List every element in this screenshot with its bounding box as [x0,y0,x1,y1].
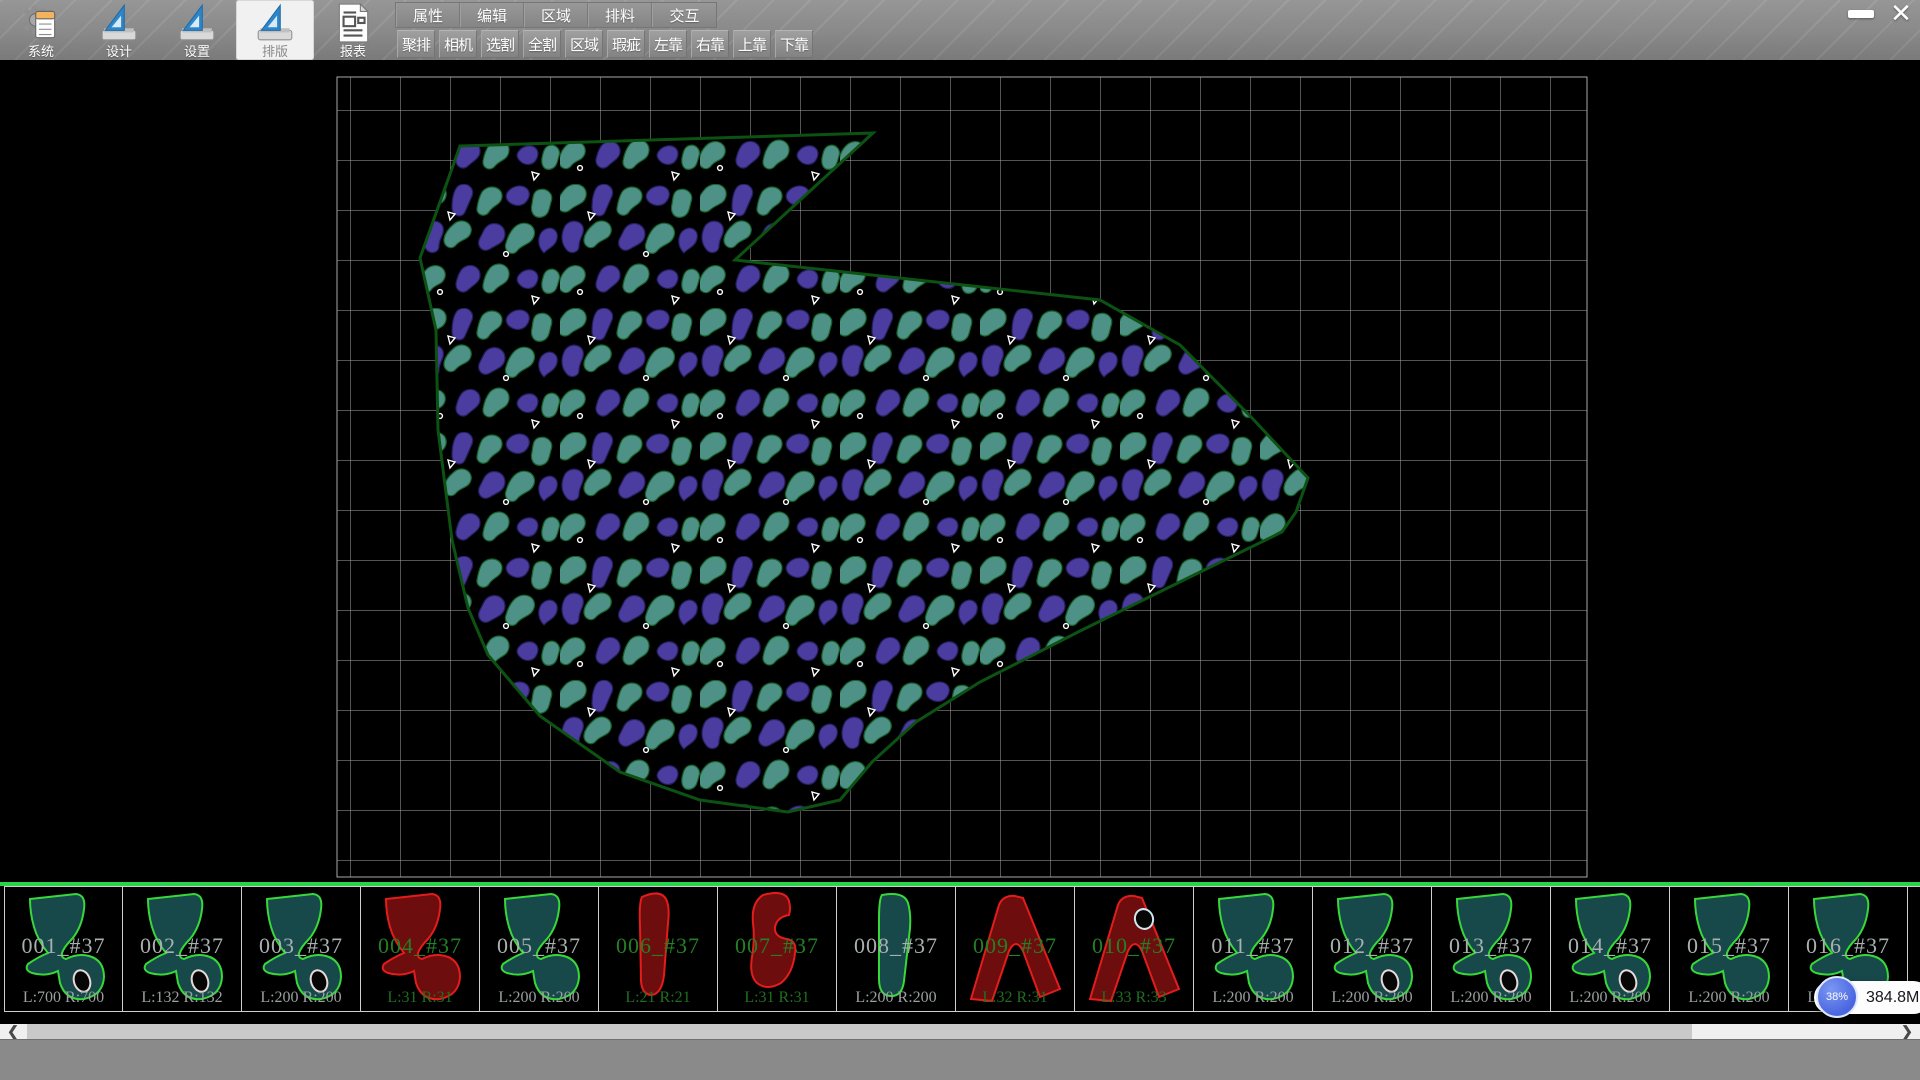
scrollbar-thumb[interactable] [27,1024,1692,1039]
parts-strip: 001_#37L:700 R:700002_#37L:132 R:132003_… [0,886,1920,1012]
toolbar: 系统设计设置排版报表 属性编辑区域排料交互 聚排相机选割全割区域瑕疵左靠右靠上靠… [0,0,1920,60]
part-label: 014_#37 [1551,933,1669,959]
app-tab-label: 系统 [28,44,54,59]
app-tab-3[interactable]: 设置 [158,0,236,60]
part-label: 003_#37 [242,933,360,959]
tool-button-3[interactable]: 选割 [481,30,519,58]
part-label: 015_#37 [1670,933,1788,959]
part-thumbnail-6[interactable]: 006_#37 L:21 R:21 [599,886,718,1012]
menu-item-2[interactable]: 编辑 [460,3,524,27]
part-label: 010_#37 [1075,933,1193,959]
horizontal-scrollbar[interactable]: ❮ ❯ [0,1024,1920,1039]
app-tab-label: 设置 [184,44,210,59]
part-lr-count: L:200 R:200 [1313,989,1431,1007]
menu-item-5[interactable]: 交互 [652,3,716,27]
part-lr-count: L:200 R:200 [1551,989,1669,1007]
part-label: 017_#37 [1908,933,1920,959]
part-lr-count: L:200 R:200 [1670,989,1788,1007]
part-label: 011_#37 [1194,933,1312,959]
app-tab-bar: 系统 设计 设置 排版 报表 [2,0,392,60]
part-thumbnail-8[interactable]: 008_#37 L:200 R:200 [837,886,956,1012]
part-lr-count: L:200 R:200 [1432,989,1550,1007]
part-thumbnail-3[interactable]: 003_#37 L:200 R:200 [242,886,361,1012]
part-label: 005_#37 [480,933,598,959]
canvas-drawing [0,60,1920,882]
part-label: 012_#37 [1313,933,1431,959]
part-thumbnail-12[interactable]: 012_#37 L:200 R:200 [1313,886,1432,1012]
part-thumbnail-14[interactable]: 014_#37 L:200 R:200 [1551,886,1670,1012]
window-controls: ✕ [1846,0,1916,28]
minimize-icon [1848,10,1874,18]
tool-button-7[interactable]: 左靠 [649,30,687,58]
tool-button-10[interactable]: 下靠 [775,30,813,58]
part-lr-count: L:32 R:31 [956,989,1074,1007]
app-tab-label: 排版 [262,44,288,59]
part-lr-count: L:200 R:200 [1194,989,1312,1007]
part-lr-count: L:200 R:200 [837,989,955,1007]
part-thumbnail-13[interactable]: 013_#37 L:200 R:200 [1432,886,1551,1012]
app-tab-5[interactable]: 报表 [314,0,392,60]
nesting-canvas[interactable] [0,60,1920,882]
part-thumbnail-10[interactable]: 010_#37 L:33 R:33 [1075,886,1194,1012]
tool-button-6[interactable]: 瑕疵 [607,30,645,58]
triangle-ruler-icon [254,2,296,44]
tool-bar: 聚排相机选割全割区域瑕疵左靠右靠上靠下靠 [397,30,813,58]
part-thumbnail-11[interactable]: 011_#37 L:200 R:200 [1194,886,1313,1012]
triangle-ruler-icon [176,2,218,44]
part-thumbnail-5[interactable]: 005_#37 L:200 R:200 [480,886,599,1012]
tool-button-4[interactable]: 全割 [523,30,561,58]
scroll-right-button[interactable]: ❯ [1894,1024,1920,1039]
part-lr-count: L:33 R:33 [1075,989,1193,1007]
part-lr-count: L:21 R:21 [599,989,717,1007]
part-label: 013_#37 [1432,933,1550,959]
memory-badge: 38% 384.8M [1814,981,1920,1014]
tool-button-9[interactable]: 上靠 [733,30,771,58]
report-doc-icon [332,2,374,44]
memory-percent-badge: 38% [1816,976,1858,1018]
status-panel [0,1039,1920,1080]
part-label: 006_#37 [599,933,717,959]
part-lr-count: L:31 R:31 [718,989,836,1007]
tool-button-2[interactable]: 相机 [439,30,477,58]
menu-item-1[interactable]: 属性 [396,3,460,27]
scroll-left-button[interactable]: ❮ [0,1024,26,1039]
part-thumbnail-4[interactable]: 004_#37 L:31 R:31 [361,886,480,1012]
memory-value: 384.8M [1866,989,1919,1007]
part-lr-count: L:31 R:31 [361,989,479,1007]
part-thumbnail-2[interactable]: 002_#37 L:132 R:132 [123,886,242,1012]
app-tab-2[interactable]: 设计 [80,0,158,60]
app-tab-label: 报表 [340,44,366,59]
close-icon: ✕ [1890,1,1912,27]
part-lr-count: L:200 R:200 [242,989,360,1007]
gear-doc-icon [20,2,62,44]
app-tab-4[interactable]: 排版 [236,0,314,60]
part-label: 009_#37 [956,933,1074,959]
part-label: 007_#37 [718,933,836,959]
menu-item-4[interactable]: 排料 [588,3,652,27]
menu-item-3[interactable]: 区域 [524,3,588,27]
close-button[interactable]: ✕ [1886,1,1916,27]
nesting-app-window: 系统设计设置排版报表 属性编辑区域排料交互 聚排相机选割全割区域瑕疵左靠右靠上靠… [0,0,1920,1080]
part-label: 001_#37 [5,933,122,959]
part-lr-count: L:200 R:200 [480,989,598,1007]
part-thumbnail-9[interactable]: 009_#37 L:32 R:31 [956,886,1075,1012]
part-label: 004_#37 [361,933,479,959]
app-tab-label: 设计 [106,44,132,59]
menu-bar: 属性编辑区域排料交互 [395,2,717,28]
minimize-button[interactable] [1846,1,1876,27]
part-label: 008_#37 [837,933,955,959]
tool-button-5[interactable]: 区域 [565,30,603,58]
triangle-ruler-icon [98,2,140,44]
part-label: 016_#37 [1789,933,1907,959]
app-tab-1[interactable]: 系统 [2,0,80,60]
part-thumbnail-7[interactable]: 007_#37 L:31 R:31 [718,886,837,1012]
part-label: 002_#37 [123,933,241,959]
tool-button-8[interactable]: 右靠 [691,30,729,58]
part-lr-count: L:132 R:132 [123,989,241,1007]
tool-button-1[interactable]: 聚排 [397,30,435,58]
part-thumbnail-15[interactable]: 015_#37 L:200 R:200 [1670,886,1789,1012]
part-thumbnail-1[interactable]: 001_#37 L:700 R:700 [4,886,123,1012]
part-lr-count: L:700 R:700 [5,989,122,1007]
strip-gap [0,1012,1920,1024]
